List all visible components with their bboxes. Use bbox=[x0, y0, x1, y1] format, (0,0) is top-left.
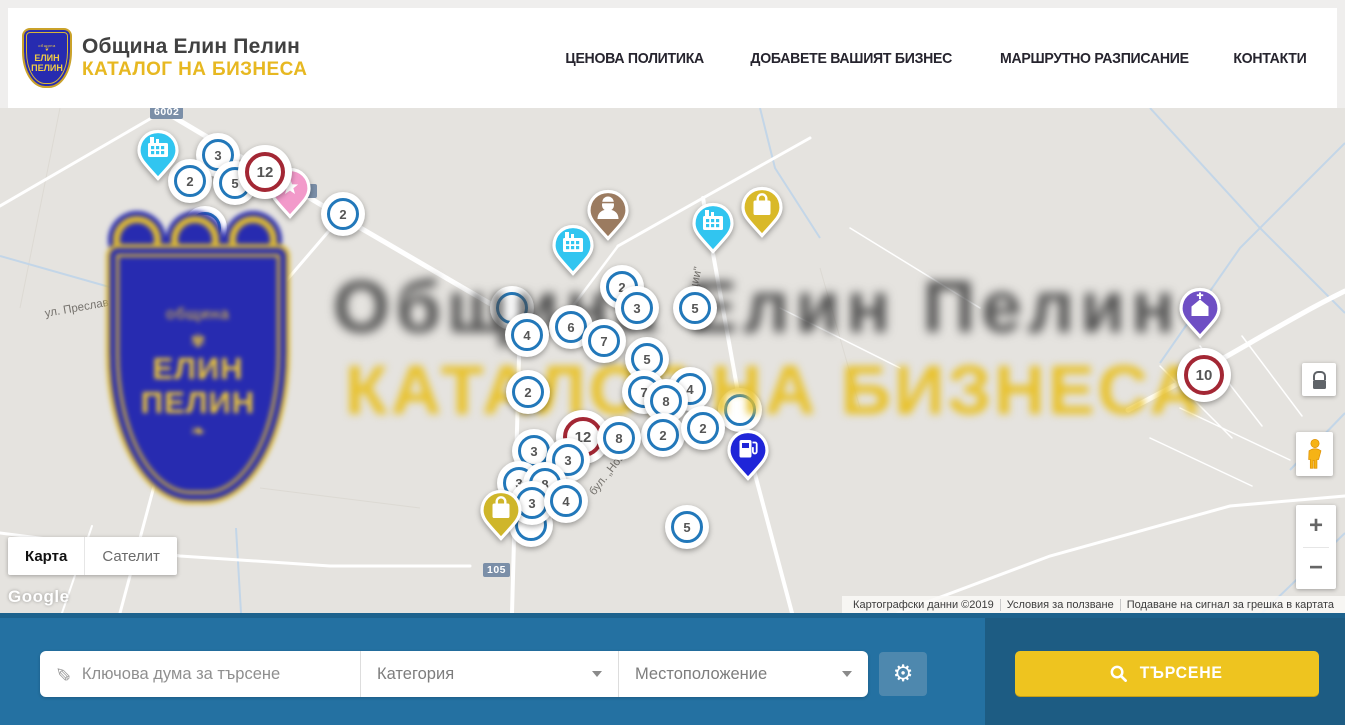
cluster-count: 7 bbox=[588, 325, 620, 357]
fuel-icon bbox=[725, 429, 771, 487]
pegman-icon bbox=[1304, 438, 1326, 470]
cluster-count: 12 bbox=[245, 152, 285, 192]
logo-line1: ЕЛИН bbox=[34, 53, 59, 63]
cluster-marker[interactable]: 2 bbox=[641, 413, 685, 457]
attribution-link[interactable]: Условия за ползване bbox=[1000, 599, 1120, 611]
search-icon bbox=[1109, 664, 1128, 683]
attribution-text: Картографски данни ©2019 bbox=[847, 599, 1000, 611]
cluster-marker[interactable]: 8 bbox=[597, 416, 641, 460]
cluster-marker[interactable]: 2 bbox=[681, 406, 725, 450]
page-frame-left bbox=[0, 0, 8, 108]
cluster-count: 5 bbox=[679, 292, 711, 324]
category-dropdown-label: Категория bbox=[377, 665, 454, 684]
cluster-marker[interactable] bbox=[183, 206, 227, 250]
search-button-label: ТЪРСЕНЕ bbox=[1140, 664, 1223, 683]
location-dropdown-label: Местоположение bbox=[635, 665, 767, 684]
cluster-count: 5 bbox=[671, 511, 703, 543]
cluster-count: 2 bbox=[512, 376, 544, 408]
cluster-count: 10 bbox=[1184, 355, 1224, 395]
cluster-marker[interactable]: 3 bbox=[615, 286, 659, 330]
location-dropdown[interactable]: Местоположение bbox=[618, 651, 868, 697]
keyword-cell: ✎ bbox=[40, 651, 360, 697]
cluster-marker[interactable]: 2 bbox=[321, 192, 365, 236]
bag-pin-marker[interactable] bbox=[478, 489, 524, 552]
zoom-control: + − bbox=[1296, 505, 1336, 589]
municipality-logo[interactable]: община ❦ ЕЛИН ПЕЛИН bbox=[22, 28, 72, 88]
cluster-marker[interactable]: 4 bbox=[505, 313, 549, 357]
zoom-out-button[interactable]: − bbox=[1296, 548, 1336, 590]
lock-icon[interactable] bbox=[1302, 363, 1336, 396]
worker-icon bbox=[585, 189, 631, 247]
nav-item[interactable]: МАРШРУТНО РАЗПИСАНИЕ bbox=[1000, 50, 1189, 67]
category-dropdown[interactable]: Категория bbox=[360, 651, 618, 697]
cluster-marker[interactable]: 2 bbox=[506, 370, 550, 414]
cluster-count: 2 bbox=[327, 198, 359, 230]
map-type-control: Карта Сателит bbox=[8, 537, 177, 575]
cluster-marker[interactable]: 5 bbox=[665, 505, 709, 549]
google-logo[interactable]: Google bbox=[8, 587, 70, 607]
cluster-count: 3 bbox=[621, 292, 653, 324]
chevron-down-icon bbox=[592, 671, 602, 677]
lock-body bbox=[1313, 380, 1326, 389]
factory-icon bbox=[135, 129, 181, 187]
cluster-marker[interactable]: 5 bbox=[673, 286, 717, 330]
google-map[interactable]: 6002105 ул. Преславбул. „Новоселции" 325… bbox=[0, 108, 1345, 613]
nav-item[interactable]: ЦЕНОВА ПОЛИТИКА bbox=[565, 50, 704, 67]
chevron-down-icon bbox=[842, 671, 852, 677]
cluster-marker[interactable]: 4 bbox=[544, 479, 588, 523]
site-subtitle: КАТАЛОГ НА БИЗНЕСА bbox=[82, 59, 307, 81]
map-type-map-button[interactable]: Карта bbox=[8, 537, 84, 575]
bag-icon bbox=[478, 489, 524, 547]
map-attribution: Картографски данни ©2019Условия за ползв… bbox=[842, 596, 1345, 613]
search-button[interactable]: ТЪРСЕНЕ bbox=[1015, 651, 1319, 696]
bag-pin-marker[interactable] bbox=[739, 186, 785, 249]
site-title-block[interactable]: Община Елин Пелин КАТАЛОГ НА БИЗНЕСА bbox=[82, 35, 307, 81]
cluster-count: 8 bbox=[650, 385, 682, 417]
factory-icon bbox=[690, 202, 736, 260]
cluster-count bbox=[189, 212, 221, 244]
header: община ❦ ЕЛИН ПЕЛИН Община Елин Пелин КА… bbox=[0, 0, 1345, 109]
cluster-count bbox=[724, 394, 756, 426]
search-settings-button[interactable]: ⚙ bbox=[879, 652, 927, 696]
cluster-count: 2 bbox=[687, 412, 719, 444]
search-bar: ✎ Категория Местоположение ⚙ ТЪРСЕНЕ bbox=[0, 613, 1345, 725]
logo-line2: ПЕЛИН bbox=[31, 63, 63, 73]
factory-pin-marker[interactable] bbox=[690, 202, 736, 265]
cluster-count: 8 bbox=[603, 422, 635, 454]
main-nav: ЦЕНОВА ПОЛИТИКА ДОБАВЕТЕ ВАШИЯТ БИЗНЕС МАР… bbox=[561, 50, 1337, 67]
fuel-pin-marker[interactable] bbox=[725, 429, 771, 492]
pegman-streetview-control[interactable] bbox=[1296, 432, 1333, 476]
church-pin-marker[interactable] bbox=[1177, 287, 1223, 350]
nav-item[interactable]: ДОБАВЕТЕ ВАШИЯТ БИЗНЕС bbox=[750, 50, 952, 67]
cluster-count: 4 bbox=[550, 485, 582, 517]
map-type-satellite-button[interactable]: Сателит bbox=[84, 537, 177, 575]
keyword-search-input[interactable] bbox=[80, 664, 360, 685]
gear-icon: ⚙ bbox=[893, 663, 914, 686]
site-title: Община Елин Пелин bbox=[82, 35, 307, 59]
nav-item[interactable]: КОНТАКТИ bbox=[1234, 50, 1307, 67]
cluster-count: 4 bbox=[511, 319, 543, 351]
bag-icon bbox=[739, 186, 785, 244]
lock-shackle bbox=[1313, 371, 1326, 380]
zoom-in-button[interactable]: + bbox=[1296, 505, 1336, 547]
church-icon bbox=[1177, 287, 1223, 345]
page-frame-top bbox=[0, 0, 1345, 8]
attribution-link[interactable]: Подаване на сигнал за грешка в картата bbox=[1120, 599, 1340, 611]
cluster-marker[interactable]: 12 bbox=[238, 145, 292, 199]
page-frame-right bbox=[1337, 0, 1345, 108]
pencil-icon: ✎ bbox=[51, 666, 73, 682]
road-number-badge: 105 bbox=[483, 563, 510, 577]
worker-pin-marker[interactable] bbox=[585, 189, 631, 252]
factory-pin-marker[interactable] bbox=[135, 129, 181, 192]
cluster-marker[interactable]: 10 bbox=[1177, 348, 1231, 402]
road-number-badge: 6002 bbox=[150, 108, 183, 119]
search-controls-group: ✎ Категория Местоположение bbox=[40, 651, 868, 697]
cluster-count: 2 bbox=[647, 419, 679, 451]
cluster-marker[interactable]: 7 bbox=[582, 319, 626, 363]
